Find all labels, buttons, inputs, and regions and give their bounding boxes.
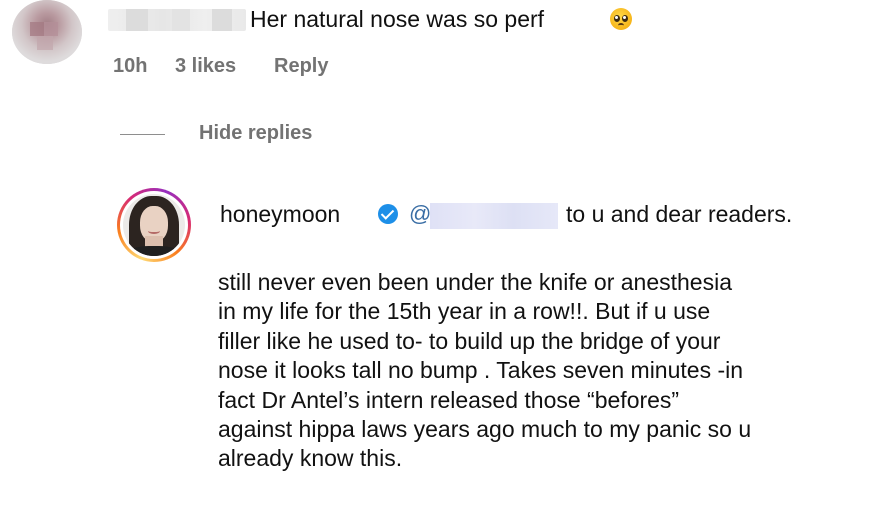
comment-timestamp: 10h <box>113 55 148 77</box>
redaction-block <box>172 9 190 31</box>
comment-text: Her natural nose was so perf <box>250 6 545 32</box>
reply-body-line: filler like he used to- to build up the … <box>218 327 721 354</box>
reply-username[interactable]: honeymoon <box>220 200 340 228</box>
redaction-block <box>126 9 148 31</box>
comment-likes-count[interactable]: 3 likes <box>175 54 236 78</box>
emoji-mouth <box>618 23 624 28</box>
emoji-eye <box>622 15 628 22</box>
redacted-mention-username <box>430 203 558 229</box>
reply-body: still never even been under the knife or… <box>218 268 868 474</box>
avatar-smile <box>148 228 160 234</box>
reply-body-line: nose it looks tall no bump . Takes seven… <box>218 357 744 384</box>
replies-divider-line <box>120 134 165 135</box>
reply-body-line: already know this. <box>218 445 403 472</box>
reply-body-line: against hippa laws years ago much to my … <box>218 416 752 443</box>
checkmark-icon <box>380 206 395 220</box>
avatar-pixel <box>30 22 44 36</box>
avatar-pixel <box>44 22 58 36</box>
redaction-block <box>212 9 232 31</box>
pleading-face-icon <box>610 8 632 30</box>
avatar-shirt <box>129 246 179 256</box>
commenter-avatar[interactable] <box>12 0 82 64</box>
reply-body-line: still never even been under the knife or… <box>218 269 732 295</box>
reply-avatar[interactable] <box>123 194 185 256</box>
verified-badge-icon <box>378 204 398 224</box>
reply-avatar-story-ring[interactable] <box>117 188 191 262</box>
avatar-pixel <box>37 36 53 50</box>
reply-button[interactable]: Reply <box>274 54 328 78</box>
emoji-eye <box>614 15 620 22</box>
reply-first-line-text: to u and dear readers. <box>566 201 793 227</box>
hide-replies-button[interactable]: Hide replies <box>199 121 312 145</box>
mention-link[interactable]: @ <box>409 200 431 228</box>
redacted-commenter-username <box>108 9 246 31</box>
reply-body-line: in my life for the 15th year in a row!!.… <box>218 298 711 325</box>
reply-body-line: fact Dr Antel’s intern released those “b… <box>218 386 680 413</box>
